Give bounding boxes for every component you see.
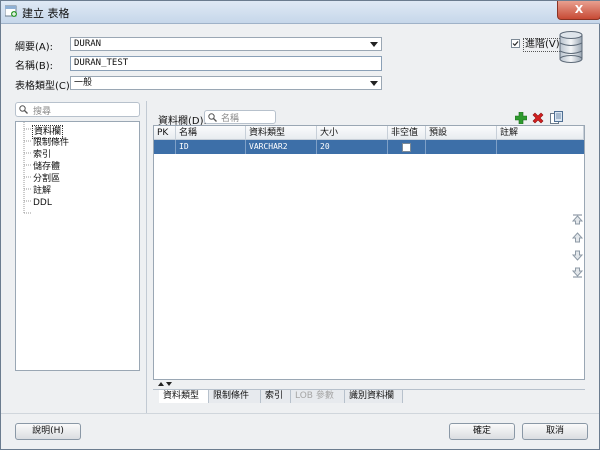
create-table-dialog: 建立 表格 X 綱要(A): DURAN 名稱(B): DURAN_TEST 表… (0, 0, 600, 450)
copy-icon[interactable] (550, 111, 563, 124)
sidebar-search-placeholder: 搜尋 (33, 107, 52, 117)
ok-button[interactable]: 確定 (449, 423, 515, 440)
table-type-select[interactable]: 一般 (70, 76, 382, 90)
sidebar-item-partitions[interactable]: 分割區 (33, 173, 60, 185)
checkbox-checked-icon (511, 39, 520, 48)
search-icon (19, 105, 28, 114)
cell-pk[interactable] (154, 140, 176, 154)
database-icon (559, 31, 583, 63)
collapse-toggle-icon[interactable] (157, 381, 173, 387)
detail-tabs: 資料類型 限制條件 索引 LOB 參數 識別資料欄 (153, 389, 585, 404)
delete-column-icon[interactable] (532, 112, 544, 124)
title-bar[interactable]: 建立 表格 X (1, 1, 600, 24)
help-button[interactable]: 說明(H) (15, 423, 81, 440)
header-datatype[interactable]: 資料類型 (246, 126, 317, 140)
chevron-down-icon (370, 81, 378, 86)
tab-datatype[interactable]: 資料類型 (159, 390, 209, 403)
cell-default[interactable] (426, 140, 497, 154)
add-column-icon[interactable] (515, 112, 527, 124)
cell-name[interactable]: ID (176, 140, 246, 154)
tab-lob-parameters[interactable]: LOB 參數 (291, 390, 345, 403)
columns-grid: PK 名稱 資料類型 大小 非空值 預設 註解 ID VARCHAR2 20 (153, 125, 585, 380)
tab-identity-column[interactable]: 識別資料欄 (345, 390, 403, 403)
chevron-down-icon (370, 42, 378, 47)
table-type-label: 表格類型(C): (15, 81, 74, 92)
name-label: 名稱(B): (15, 61, 54, 72)
name-field[interactable]: DURAN_TEST (70, 56, 382, 71)
splitter[interactable] (146, 101, 147, 413)
close-button[interactable]: X (557, 1, 600, 20)
search-icon (208, 113, 217, 122)
sidebar-item-constraints[interactable]: 限制條件 (33, 137, 69, 149)
sidebar-item-ddl[interactable]: DDL (33, 197, 52, 209)
header-name[interactable]: 名稱 (176, 126, 246, 140)
not-null-checkbox[interactable] (402, 143, 411, 152)
cell-comment[interactable] (497, 140, 584, 154)
sidebar-item-comments[interactable]: 註解 (33, 185, 51, 197)
table-row[interactable]: ID VARCHAR2 20 (154, 140, 584, 154)
sidebar-search-input[interactable]: 搜尋 (15, 102, 140, 117)
sidebar-item-indexes[interactable]: 索引 (33, 149, 51, 161)
table-type-value: 一般 (74, 78, 93, 88)
schema-select[interactable]: DURAN (70, 37, 382, 51)
divider (1, 413, 599, 414)
column-search-input[interactable]: 名稱 (204, 110, 276, 124)
cell-datatype[interactable]: VARCHAR2 (246, 140, 317, 154)
header-not-null[interactable]: 非空值 (388, 126, 426, 140)
tab-constraints[interactable]: 限制條件 (209, 390, 261, 403)
tab-indexes[interactable]: 索引 (261, 390, 291, 403)
column-search-placeholder: 名稱 (221, 114, 240, 124)
cancel-button[interactable]: 取消 (522, 423, 588, 440)
move-down-icon[interactable] (572, 250, 583, 261)
cell-size[interactable]: 20 (317, 140, 388, 154)
schema-value: DURAN (74, 39, 102, 49)
window-title: 建立 表格 (22, 7, 70, 20)
header-comment[interactable]: 註解 (497, 126, 584, 140)
move-up-icon[interactable] (572, 232, 583, 243)
app-icon (5, 5, 17, 17)
move-top-icon[interactable] (572, 214, 583, 225)
header-pk[interactable]: PK (154, 126, 176, 140)
advanced-label: 進階(V) (523, 38, 562, 52)
move-bottom-icon[interactable] (572, 267, 583, 278)
header-default[interactable]: 預設 (426, 126, 497, 140)
cell-not-null[interactable] (388, 140, 426, 154)
header-size[interactable]: 大小 (317, 126, 388, 140)
section-tree: 資料欄 限制條件 索引 儲存體 分割區 註解 DDL (15, 121, 140, 371)
schema-label: 綱要(A): (15, 42, 54, 53)
sidebar-item-storage[interactable]: 儲存體 (33, 161, 60, 173)
